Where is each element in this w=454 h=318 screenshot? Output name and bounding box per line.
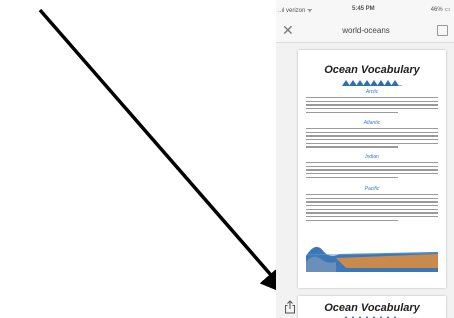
status-bar: ..ıl verizon ᯤ 5:45 PM 46% ▭ — [276, 0, 454, 20]
markup-icon[interactable] — [437, 25, 448, 36]
triangle-decoration — [342, 80, 402, 86]
section-heading-pacific: Pacific — [364, 186, 380, 192]
section-heading-indian: Indian — [365, 154, 379, 160]
status-time: 5:45 PM — [352, 6, 375, 12]
paragraph-atlantic — [306, 128, 438, 150]
document-name: world-oceans — [342, 26, 390, 35]
section-heading-atlantic: Atlantic — [363, 120, 381, 126]
paragraph-arctic — [306, 97, 438, 115]
share-icon[interactable] — [284, 300, 296, 314]
navigation-bar: ✕ world-oceans — [276, 20, 454, 43]
ocean-floor-illustration — [306, 232, 438, 272]
battery-indicator: 46% ▭ — [430, 7, 450, 13]
close-icon[interactable]: ✕ — [282, 23, 294, 37]
section-heading-arctic: Arctic — [365, 89, 379, 95]
bottom-toolbar — [276, 296, 454, 318]
signal-indicator: ..ıl verizon ᯤ — [278, 8, 313, 14]
phone-screen: ..ıl verizon ᯤ 5:45 PM 46% ▭ ✕ world-oce… — [276, 0, 454, 318]
paragraph-pacific — [306, 194, 438, 224]
page-title: Ocean Vocabulary — [324, 64, 420, 76]
paragraph-indian — [306, 162, 438, 180]
document-page-1[interactable]: Ocean Vocabulary Arctic Atlantic Indian … — [298, 50, 446, 288]
